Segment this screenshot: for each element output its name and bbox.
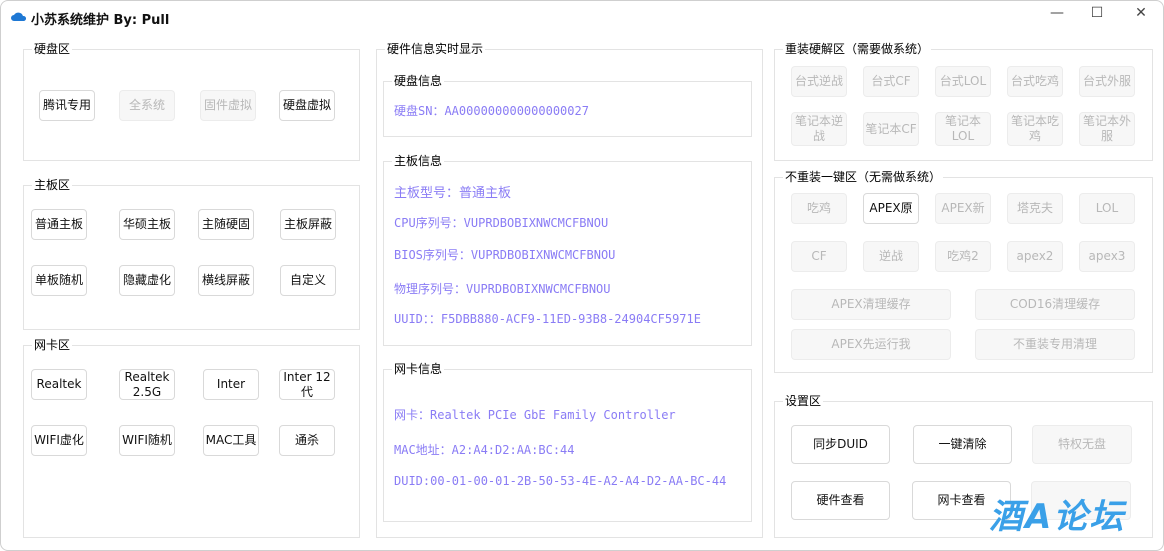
left-nic-button-2[interactable]: Inter [203, 369, 259, 400]
right-settings-button-3[interactable]: 硬件查看 [791, 481, 890, 520]
right-noreinstall-button-4[interactable]: LOL [1079, 193, 1135, 224]
group-title: 主板区 [32, 177, 73, 193]
right-reinstall-button-0[interactable]: 台式逆战 [791, 66, 847, 97]
cloud-icon [11, 12, 27, 21]
group-title: 不重装一键区（无需做系统） [783, 169, 944, 185]
left-nic-button-3[interactable]: Inter 12代 [279, 369, 335, 400]
right-noreinstall-button-0[interactable]: 吃鸡 [791, 193, 847, 224]
board-group: 主板区 [23, 177, 360, 330]
left-nic-button-4[interactable]: WIFI虚化 [31, 425, 87, 456]
right-noreinstall-button-10[interactable]: APEX清理缓存 [791, 289, 951, 320]
right-settings-button-0[interactable]: 同步DUID [791, 425, 890, 464]
right-noreinstall-button-6[interactable]: 逆战 [863, 241, 919, 272]
right-reinstall-button-5[interactable]: 笔记本逆战 [791, 112, 847, 146]
left-board-button-6[interactable]: 横线屏蔽 [198, 265, 254, 296]
cpu-serial: CPU序列号：VUPRDBOBIXNWCMCFBNOU [394, 216, 609, 230]
left-board-button-4[interactable]: 单板随机 [31, 265, 87, 296]
right-reinstall-button-8[interactable]: 笔记本吃鸡 [1007, 112, 1063, 146]
left-board-button-1[interactable]: 华硕主板 [119, 209, 175, 240]
right-noreinstall-button-3[interactable]: 塔克夫 [1007, 193, 1063, 224]
right-noreinstall-button-7[interactable]: 吃鸡2 [935, 241, 991, 272]
left-board-button-2[interactable]: 主随硬固 [198, 209, 254, 240]
right-noreinstall-button-1[interactable]: APEX原 [863, 193, 919, 224]
right-settings-button-1[interactable]: 一键清除 [913, 425, 1012, 464]
group-title: 网卡区 [32, 337, 73, 353]
right-noreinstall-button-13[interactable]: 不重装专用清理 [975, 329, 1135, 360]
nic-name: 网卡：Realtek PCIe GbE Family Controller [394, 408, 676, 422]
disk-sn: 硬盘SN：AA000000000000000027 [394, 104, 589, 118]
group-title: 网卡信息 [392, 361, 445, 377]
group-title: 设置区 [783, 393, 824, 409]
group-title: 硬件信息实时显示 [385, 41, 486, 57]
board-model: 主板型号：普通主板 [394, 186, 512, 201]
right-noreinstall-button-12[interactable]: APEX先运行我 [791, 329, 951, 360]
uuid: UUID：：F5DBB880-ACF9-11ED-93B8-24904CF597… [394, 312, 701, 326]
mac-address: MAC地址：A2:A4:D2:AA:BC:44 [394, 443, 575, 457]
left-board-button-7[interactable]: 自定义 [280, 265, 336, 296]
left-nic-button-0[interactable]: Realtek [31, 369, 87, 400]
left-disk-button-3[interactable]: 硬盘虚拟 [279, 90, 335, 121]
disk-info-group: 硬盘信息 硬盘SN：AA000000000000000027 [383, 73, 752, 137]
right-noreinstall-button-11[interactable]: COD16清理缓存 [975, 289, 1135, 320]
right-noreinstall-button-9[interactable]: apex3 [1079, 241, 1135, 272]
right-reinstall-button-7[interactable]: 笔记本LOL [935, 112, 991, 146]
left-board-button-5[interactable]: 隐藏虚化 [119, 265, 175, 296]
left-nic-button-1[interactable]: Realtek 2.5G [119, 369, 175, 400]
nic-info-group: 网卡信息 网卡：Realtek PCIe GbE Family Controll… [383, 361, 752, 522]
right-reinstall-button-4[interactable]: 台式外服 [1079, 66, 1135, 97]
duid: DUID:00-01-00-01-2B-50-53-4E-A2-A4-D2-AA… [394, 474, 727, 488]
close-button[interactable]: ✕ [1121, 5, 1161, 21]
left-board-button-0[interactable]: 普通主板 [31, 209, 87, 240]
right-reinstall-button-9[interactable]: 笔记本外服 [1079, 112, 1135, 146]
left-disk-button-2[interactable]: 固件虚拟 [200, 90, 256, 121]
right-noreinstall-button-8[interactable]: apex2 [1007, 241, 1063, 272]
right-settings-button-2[interactable]: 特权无盘 [1032, 425, 1132, 464]
left-board-button-3[interactable]: 主板屏蔽 [280, 209, 336, 240]
right-reinstall-button-6[interactable]: 笔记本CF [863, 112, 919, 146]
group-title: 主板信息 [392, 153, 445, 169]
physical-serial: 物理序列号：VUPRDBOBIXNWCMCFBNOU [394, 282, 611, 296]
group-title: 重装硬解区（需要做系统） [783, 41, 932, 57]
bios-serial: BIOS序列号：VUPRDBOBIXNWCMCFBNOU [394, 248, 616, 262]
minimize-button[interactable]: — [1037, 5, 1077, 21]
board-info-group: 主板信息 主板型号：普通主板 CPU序列号：VUPRDBOBIXNWCMCFBN… [383, 153, 752, 346]
window-title: 小苏系统维护 By: Pull [31, 13, 170, 28]
left-disk-button-0[interactable]: 腾讯专用 [39, 90, 95, 121]
right-noreinstall-button-2[interactable]: APEX新 [935, 193, 991, 224]
group-title: 硬盘信息 [392, 73, 445, 89]
maximize-button[interactable]: ☐ [1077, 5, 1117, 21]
left-disk-button-1[interactable]: 全系统 [119, 90, 175, 121]
left-nic-button-7[interactable]: 通杀 [279, 425, 335, 456]
right-reinstall-button-3[interactable]: 台式吃鸡 [1007, 66, 1063, 97]
app-window: 小苏系统维护 By: Pull — ☐ ✕ 硬盘区 主板区 网卡区 硬件信息实时… [0, 0, 1164, 551]
right-reinstall-button-1[interactable]: 台式CF [863, 66, 919, 97]
group-title: 硬盘区 [32, 41, 73, 57]
right-reinstall-button-2[interactable]: 台式LOL [935, 66, 991, 97]
left-nic-button-5[interactable]: WIFI随机 [119, 425, 175, 456]
left-nic-button-6[interactable]: MAC工具 [203, 425, 259, 456]
right-noreinstall-button-5[interactable]: CF [791, 241, 847, 272]
hardware-info-group: 硬件信息实时显示 硬盘信息 硬盘SN：AA000000000000000027 … [376, 41, 763, 538]
watermark: 酒A论坛 [989, 497, 1126, 537]
